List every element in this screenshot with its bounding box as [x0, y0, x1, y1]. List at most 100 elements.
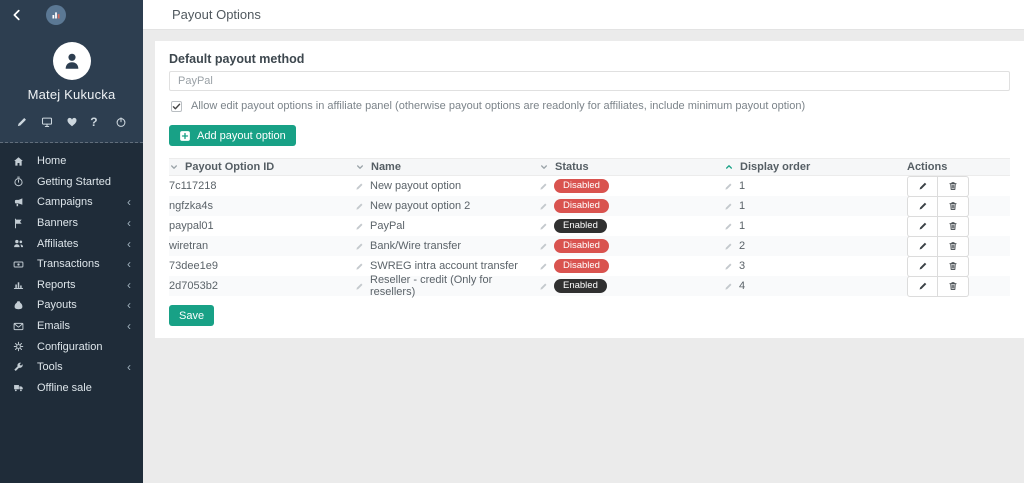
monitor-icon[interactable] [41, 116, 53, 128]
inline-edit-pencil-icon[interactable] [355, 182, 364, 191]
user-profile: Matej Kukucka ? [0, 30, 143, 143]
home-icon [13, 155, 25, 167]
inline-edit-pencil-icon[interactable] [355, 282, 364, 291]
status-badge[interactable]: Enabled [554, 219, 607, 234]
gear-icon [13, 341, 25, 353]
delete-button[interactable] [938, 276, 969, 297]
column-header-name[interactable]: Name [355, 161, 539, 173]
sidebar-item-emails[interactable]: Emails‹ [0, 316, 143, 337]
chevron-left-icon: ‹ [127, 196, 131, 208]
sidebar-item-offline-sale[interactable]: Offline sale [0, 378, 143, 399]
column-header-display-order[interactable]: Display order [724, 161, 907, 173]
inline-edit-pencil-icon[interactable] [724, 282, 733, 291]
inline-edit-pencil-icon[interactable] [724, 262, 733, 271]
cell-payout-option-id: ngfzka4s [169, 200, 355, 212]
sort-down-icon [169, 162, 179, 172]
back-icon[interactable] [10, 8, 24, 22]
envelope-icon [13, 320, 25, 332]
cell-payout-option-id: 73dee1e9 [169, 260, 355, 272]
inline-edit-pencil-icon[interactable] [355, 202, 364, 211]
pencil-icon[interactable] [16, 116, 28, 128]
cell-name: New payout option 2 [355, 200, 539, 212]
inline-edit-pencil-icon[interactable] [724, 242, 733, 251]
save-button[interactable]: Save [169, 305, 214, 326]
inline-edit-pencil-icon[interactable] [539, 202, 548, 211]
sidebar-item-affiliates[interactable]: Affiliates‹ [0, 233, 143, 254]
inline-edit-pencil-icon[interactable] [724, 202, 733, 211]
status-badge[interactable]: Disabled [554, 199, 609, 214]
inline-edit-pencil-icon[interactable] [539, 182, 548, 191]
payout-option-id: ngfzka4s [169, 200, 213, 212]
delete-button[interactable] [938, 176, 969, 197]
edit-button[interactable] [907, 276, 938, 297]
question-icon[interactable]: ? [90, 116, 102, 128]
sidebar-item-tools[interactable]: Tools‹ [0, 357, 143, 378]
sidebar-item-configuration[interactable]: Configuration [0, 336, 143, 357]
edit-button[interactable] [907, 216, 938, 237]
inline-edit-pencil-icon[interactable] [355, 222, 364, 231]
power-icon[interactable] [115, 116, 127, 128]
display-order: 1 [739, 200, 745, 212]
inline-edit-pencil-icon[interactable] [355, 242, 364, 251]
edit-button[interactable] [907, 236, 938, 257]
pencil-icon [918, 201, 928, 211]
inline-edit-pencil-icon[interactable] [355, 262, 364, 271]
inline-edit-pencil-icon[interactable] [724, 222, 733, 231]
stopwatch-icon [13, 176, 25, 188]
table-row: paypal01PayPalEnabled1 [169, 216, 1010, 236]
sort-down-icon [539, 162, 549, 172]
inline-edit-pencil-icon[interactable] [539, 242, 548, 251]
flag-icon [13, 217, 25, 229]
sidebar-item-banners[interactable]: Banners‹ [0, 213, 143, 234]
edit-button[interactable] [907, 256, 938, 277]
cell-payout-option-id: 2d7053b2 [169, 280, 355, 292]
sidebar-item-home[interactable]: Home [0, 151, 143, 172]
payout-option-name: Bank/Wire transfer [370, 240, 461, 252]
sidebar-item-getting-started[interactable]: Getting Started [0, 172, 143, 193]
heart-icon[interactable] [66, 116, 78, 128]
delete-button[interactable] [938, 256, 969, 277]
delete-button[interactable] [938, 196, 969, 217]
column-header-status[interactable]: Status [539, 161, 724, 173]
cell-actions [907, 276, 1010, 297]
megaphone-icon [13, 196, 25, 208]
edit-button[interactable] [907, 196, 938, 217]
display-order: 3 [739, 260, 745, 272]
delete-button[interactable] [938, 236, 969, 257]
app-logo-icon[interactable] [46, 5, 66, 25]
sort-up-icon [724, 162, 734, 172]
sidebar-item-transactions[interactable]: Transactions‹ [0, 254, 143, 275]
cell-status: Enabled [539, 219, 724, 234]
sidebar-item-label: Reports [37, 279, 127, 291]
cell-actions [907, 216, 1010, 237]
column-label: Actions [907, 161, 947, 173]
inline-edit-pencil-icon[interactable] [539, 282, 548, 291]
avatar[interactable] [53, 42, 91, 80]
row-actions [907, 196, 969, 217]
inline-edit-pencil-icon[interactable] [724, 182, 733, 191]
status-badge[interactable]: Disabled [554, 259, 609, 274]
status-badge[interactable]: Enabled [554, 279, 607, 294]
chart-icon [13, 279, 25, 291]
inline-edit-pencil-icon[interactable] [539, 222, 548, 231]
payout-option-name: New payout option [370, 180, 461, 192]
status-badge[interactable]: Disabled [554, 179, 609, 194]
sidebar-item-campaigns[interactable]: Campaigns‹ [0, 192, 143, 213]
delete-button[interactable] [938, 216, 969, 237]
sidebar-item-reports[interactable]: Reports‹ [0, 275, 143, 296]
sidebar-item-payouts[interactable]: Payouts‹ [0, 295, 143, 316]
allow-edit-checkbox[interactable] [171, 101, 182, 112]
sidebar-item-label: Offline sale [37, 382, 131, 394]
cell-actions [907, 176, 1010, 197]
chevron-left-icon: ‹ [127, 299, 131, 311]
cell-name: Reseller - credit (Only for resellers) [355, 274, 539, 298]
column-header-payout-option-id[interactable]: Payout Option ID [169, 161, 355, 173]
inline-edit-pencil-icon[interactable] [539, 262, 548, 271]
trash-icon [948, 181, 958, 191]
table-row: wiretranBank/Wire transferDisabled2 [169, 236, 1010, 256]
default-method-input[interactable] [169, 71, 1010, 91]
status-badge[interactable]: Disabled [554, 239, 609, 254]
edit-button[interactable] [907, 176, 938, 197]
add-payout-option-button[interactable]: Add payout option [169, 125, 296, 146]
row-actions [907, 176, 969, 197]
